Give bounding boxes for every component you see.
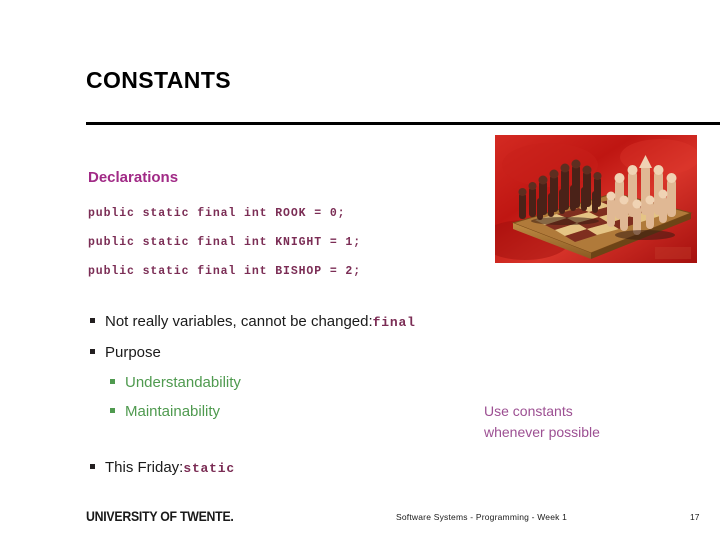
bullet-text: Understandability: [125, 374, 241, 391]
slide-canvas: CONSTANTS Declarations public static fin…: [0, 0, 720, 540]
bullet-text: This Friday:: [105, 459, 184, 476]
footer-course-label: Software Systems - Programming - Week 1: [396, 512, 568, 522]
bullet-this-friday: This Friday: static: [90, 459, 235, 476]
bullet-text: Purpose: [105, 344, 161, 361]
bullet-maintainability: Maintainability: [110, 403, 220, 420]
bullet-square-icon: [110, 408, 115, 413]
chess-set-photo: [495, 135, 697, 263]
university-logo: UNIVERSITY OF TWENTE.: [86, 508, 234, 524]
code-line: public static final int ROOK = 0;: [88, 207, 346, 220]
bullet-square-icon: [90, 464, 95, 469]
title-divider: [86, 122, 720, 125]
inline-code-static: static: [183, 461, 235, 476]
side-note-line-2: whenever possible: [484, 424, 600, 440]
code-line: public static final int BISHOP = 2;: [88, 265, 362, 278]
bullet-square-icon: [110, 379, 115, 384]
inline-code-final: final: [372, 315, 416, 330]
bullet-square-icon: [90, 349, 95, 354]
declarations-heading: Declarations: [88, 169, 179, 186]
code-line: public static final int KNIGHT = 1;: [88, 236, 362, 249]
bullet-square-icon: [90, 318, 95, 323]
bullet-purpose: Purpose: [90, 344, 161, 361]
bullet-text: Not really variables, cannot be changed:: [105, 313, 373, 330]
chess-photo-graphic: [495, 135, 697, 263]
bullet-text: Maintainability: [125, 403, 221, 420]
bullet-understandability: Understandability: [110, 374, 241, 391]
page-number: 17: [690, 512, 700, 522]
page-title: CONSTANTS: [86, 67, 232, 93]
side-note: Use constants whenever possible: [484, 401, 600, 443]
side-note-line-1: Use constants: [484, 403, 573, 419]
code-block: public static final int ROOK = 0; public…: [88, 199, 488, 286]
bullet-not-variables: Not really variables, cannot be changed:…: [90, 313, 416, 330]
